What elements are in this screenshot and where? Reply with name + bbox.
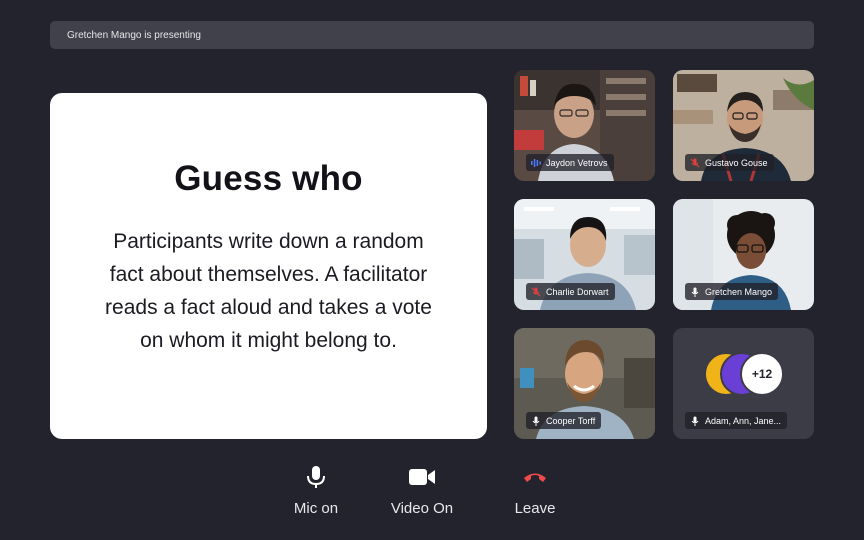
call-controls: Mic on Video On Leave: [0, 462, 864, 532]
mic-icon: [689, 286, 701, 298]
participant-name: Charlie Dorwart: [546, 286, 609, 297]
participant-name: Cooper Torff: [546, 415, 596, 426]
participant-name-tag: Cooper Torff: [526, 412, 602, 429]
participant-name-tag: Gretchen Mango: [685, 283, 779, 300]
shared-body: Participants write down a random fact ab…: [105, 230, 432, 352]
participant-name-tag: Adam, Ann, Jane...: [685, 412, 788, 429]
mic-off-icon: [530, 286, 542, 298]
avatar-stack: +12: [704, 352, 786, 398]
participant-name-tag: Gustavo Gouse: [685, 154, 774, 171]
participant-tile-charlie[interactable]: Charlie Dorwart: [514, 199, 655, 310]
participant-tile-gretchen[interactable]: Gretchen Mango: [673, 199, 814, 310]
mic-icon: [689, 415, 701, 427]
video-toggle-button[interactable]: Video On: [377, 462, 467, 517]
leave-call-label: Leave: [514, 500, 556, 517]
mic-toggle-button[interactable]: Mic on: [271, 462, 361, 517]
video-camera-icon: [377, 462, 467, 492]
mic-off-icon: [689, 157, 701, 169]
participant-name-tag: Jaydon Vetrovs: [526, 154, 614, 171]
hang-up-icon: [490, 462, 580, 492]
participant-tile-jaydon[interactable]: Jaydon Vetrovs: [514, 70, 655, 181]
participant-name: Jaydon Vetrovs: [546, 157, 608, 168]
presenting-banner: Gretchen Mango is presenting: [50, 21, 814, 49]
participant-name: Gretchen Mango: [705, 286, 773, 297]
participant-name-tag: Charlie Dorwart: [526, 283, 615, 300]
leave-call-button[interactable]: Leave: [490, 462, 580, 517]
participant-tile-cooper[interactable]: Cooper Torff: [514, 328, 655, 439]
mic-toggle-label: Mic on: [293, 500, 339, 517]
mic-icon: [271, 462, 361, 492]
overflow-names: Adam, Ann, Jane...: [705, 415, 782, 426]
participant-tile-gustavo[interactable]: Gustavo Gouse: [673, 70, 814, 181]
video-toggle-label: Video On: [390, 500, 454, 517]
participant-name: Gustavo Gouse: [705, 157, 768, 168]
presenting-text: Gretchen Mango is presenting: [67, 29, 201, 41]
more-participants-count: +12: [740, 352, 784, 396]
audio-wave-icon: [530, 157, 542, 169]
mic-icon: [530, 415, 542, 427]
shared-screen: Guess who Participants write down a rand…: [50, 93, 487, 439]
shared-title: Guess who: [174, 159, 363, 198]
participants-overflow-tile[interactable]: +12 Adam, Ann, Jane...: [673, 328, 814, 439]
